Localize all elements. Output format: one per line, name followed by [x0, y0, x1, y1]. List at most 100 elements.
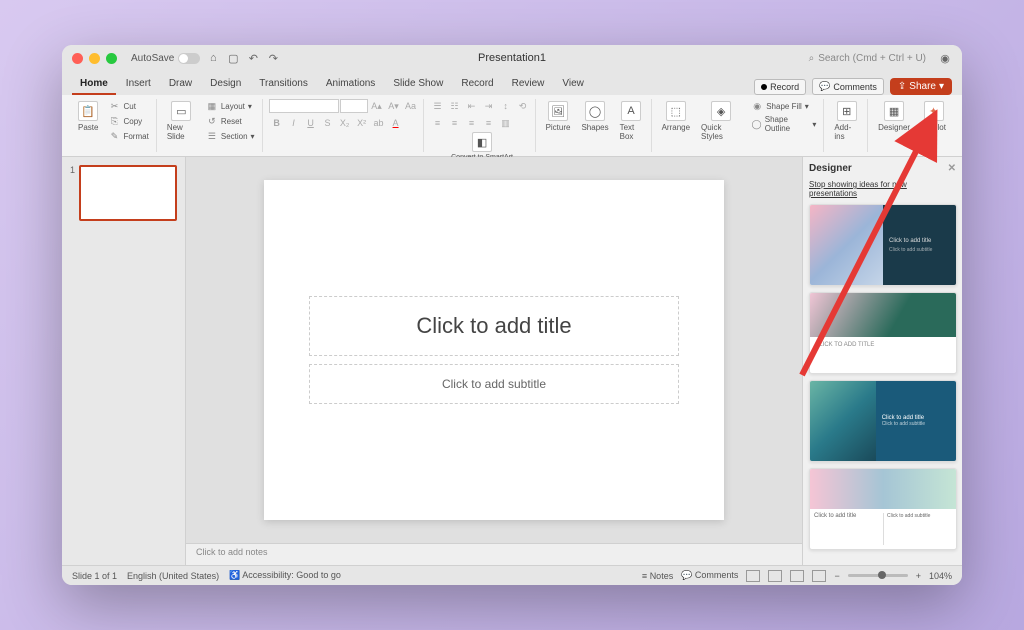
accessibility-indicator[interactable]: ♿ Accessibility: Good to go — [229, 570, 341, 581]
underline-button[interactable]: U — [303, 116, 319, 130]
bold-button[interactable]: B — [269, 116, 285, 130]
maximize-window-button[interactable] — [106, 53, 117, 64]
zoom-slider[interactable] — [848, 574, 908, 577]
notes-toggle[interactable]: ≡ Notes — [642, 571, 673, 581]
minimize-window-button[interactable] — [89, 53, 100, 64]
design-suggestion-4[interactable]: Click to add titleClick to add subtitle — [809, 468, 957, 550]
align-right-button[interactable]: ≡ — [464, 116, 480, 130]
decrease-indent-button[interactable]: ⇤ — [464, 99, 480, 113]
tab-animations[interactable]: Animations — [318, 74, 383, 95]
ribbon-tabs: Home Insert Draw Design Transitions Anim… — [62, 71, 962, 95]
zoom-out-button[interactable]: − — [834, 571, 839, 581]
tab-insert[interactable]: Insert — [118, 74, 159, 95]
section-button[interactable]: ☰Section▾ — [203, 129, 258, 143]
tab-review[interactable]: Review — [504, 74, 553, 95]
highlight-button[interactable]: ab — [371, 116, 387, 130]
decrease-font-icon[interactable]: A▾ — [386, 99, 402, 113]
language-indicator[interactable]: English (United States) — [127, 571, 219, 581]
justify-button[interactable]: ≡ — [481, 116, 497, 130]
designer-stop-link[interactable]: Stop showing ideas for new presentations — [809, 180, 956, 198]
zoom-in-button[interactable]: + — [916, 571, 921, 581]
copilot-button[interactable]: ✦Copilot — [917, 99, 950, 134]
tab-home[interactable]: Home — [72, 74, 116, 95]
increase-font-icon[interactable]: A▴ — [369, 99, 385, 113]
italic-button[interactable]: I — [286, 116, 302, 130]
normal-view-button[interactable] — [746, 570, 760, 582]
increase-indent-button[interactable]: ⇥ — [481, 99, 497, 113]
font-family-select[interactable] — [269, 99, 339, 113]
sorter-view-button[interactable] — [768, 570, 782, 582]
undo-icon[interactable]: ↶ — [246, 51, 260, 65]
format-painter-button[interactable]: ✎Format — [105, 129, 151, 143]
cut-button[interactable]: ✂Cut — [105, 99, 151, 113]
tab-record[interactable]: Record — [453, 74, 501, 95]
document-title: Presentation1 — [478, 52, 546, 64]
layout-button[interactable]: ▦Layout▾ — [203, 99, 258, 113]
arrange-button[interactable]: ⬚Arrange — [658, 99, 694, 134]
autosave-toggle[interactable]: AutoSave — [131, 53, 200, 64]
paste-button[interactable]: 📋Paste — [74, 99, 102, 134]
text-direction-button[interactable]: ⟲ — [515, 99, 531, 113]
design-suggestion-3[interactable]: Click to add titleClick to add subtitle — [809, 380, 957, 462]
user-avatar-icon[interactable]: ◉ — [938, 51, 952, 65]
numbering-button[interactable]: ☷ — [447, 99, 463, 113]
tab-view[interactable]: View — [554, 74, 592, 95]
subtitle-placeholder[interactable]: Click to add subtitle — [309, 364, 679, 404]
clear-format-icon[interactable]: Aa — [403, 99, 419, 113]
share-button[interactable]: ⇪Share▾ — [890, 78, 952, 95]
text-box-button[interactable]: AText Box — [616, 99, 647, 143]
record-button[interactable]: Record — [754, 79, 806, 95]
reset-button[interactable]: ↺Reset — [203, 114, 258, 128]
reading-view-button[interactable] — [790, 570, 804, 582]
picture-button[interactable]: 🖼Picture — [542, 99, 575, 134]
share-icon: ⇪ — [898, 81, 906, 92]
subscript-button[interactable]: X₂ — [337, 116, 353, 130]
strikethrough-button[interactable]: S — [320, 116, 336, 130]
autosave-label: AutoSave — [131, 53, 174, 64]
slide-thumbnails-panel: 1 — [62, 157, 186, 565]
slide-canvas[interactable]: Click to add title Click to add subtitle — [186, 157, 802, 543]
quick-styles-button[interactable]: ◈Quick Styles — [697, 99, 745, 143]
home-icon[interactable]: ⌂ — [206, 51, 220, 65]
tab-transitions[interactable]: Transitions — [251, 74, 316, 95]
align-left-button[interactable]: ≡ — [430, 116, 446, 130]
zoom-level[interactable]: 104% — [929, 571, 952, 581]
font-size-select[interactable] — [340, 99, 368, 113]
shape-fill-button[interactable]: ◉Shape Fill▾ — [748, 99, 819, 113]
copy-button[interactable]: ⎘Copy — [105, 114, 151, 128]
title-placeholder[interactable]: Click to add title — [309, 296, 679, 356]
search-box[interactable]: ⌕ Search (Cmd + Ctrl + U) — [809, 53, 926, 64]
comments-toggle[interactable]: 💬 Comments — [681, 570, 738, 581]
tab-draw[interactable]: Draw — [161, 74, 200, 95]
superscript-button[interactable]: X² — [354, 116, 370, 130]
shapes-button[interactable]: ◯Shapes — [577, 99, 612, 134]
slide-counter[interactable]: Slide 1 of 1 — [72, 571, 117, 581]
layout-icon: ▦ — [206, 100, 218, 112]
design-suggestion-1[interactable]: Click to add titleClick to add subtitle — [809, 204, 957, 286]
slide-thumbnail-1[interactable] — [79, 165, 177, 221]
new-slide-button[interactable]: ▭New Slide — [163, 99, 200, 143]
search-placeholder: Search (Cmd + Ctrl + U) — [818, 53, 926, 64]
tab-design[interactable]: Design — [202, 74, 249, 95]
addins-button[interactable]: ⊞Add-ins — [830, 99, 863, 143]
slideshow-view-button[interactable] — [812, 570, 826, 582]
line-spacing-button[interactable]: ↕ — [498, 99, 514, 113]
toggle-switch[interactable] — [178, 53, 200, 64]
designer-button[interactable]: ▦Designer — [874, 99, 914, 134]
canvas-area: Click to add title Click to add subtitle… — [186, 157, 802, 565]
design-suggestion-2[interactable]: CLICK TO ADD TITLE — [809, 292, 957, 374]
columns-button[interactable]: ▥ — [498, 116, 514, 130]
tab-slide-show[interactable]: Slide Show — [385, 74, 451, 95]
save-icon[interactable]: ▢ — [226, 51, 240, 65]
notes-pane[interactable]: Click to add notes — [186, 543, 802, 565]
redo-icon[interactable]: ↷ — [266, 51, 280, 65]
ribbon: 📋Paste ✂Cut ⎘Copy ✎Format ▭New Slide ▦La… — [62, 95, 962, 157]
bullets-button[interactable]: ☰ — [430, 99, 446, 113]
text-box-icon: A — [621, 101, 641, 121]
comments-button[interactable]: 💬Comments — [812, 78, 884, 95]
font-color-button[interactable]: A — [388, 116, 404, 130]
align-center-button[interactable]: ≡ — [447, 116, 463, 130]
close-pane-icon[interactable]: ✕ — [948, 163, 956, 174]
shape-outline-button[interactable]: ◯Shape Outline▾ — [748, 114, 819, 134]
close-window-button[interactable] — [72, 53, 83, 64]
